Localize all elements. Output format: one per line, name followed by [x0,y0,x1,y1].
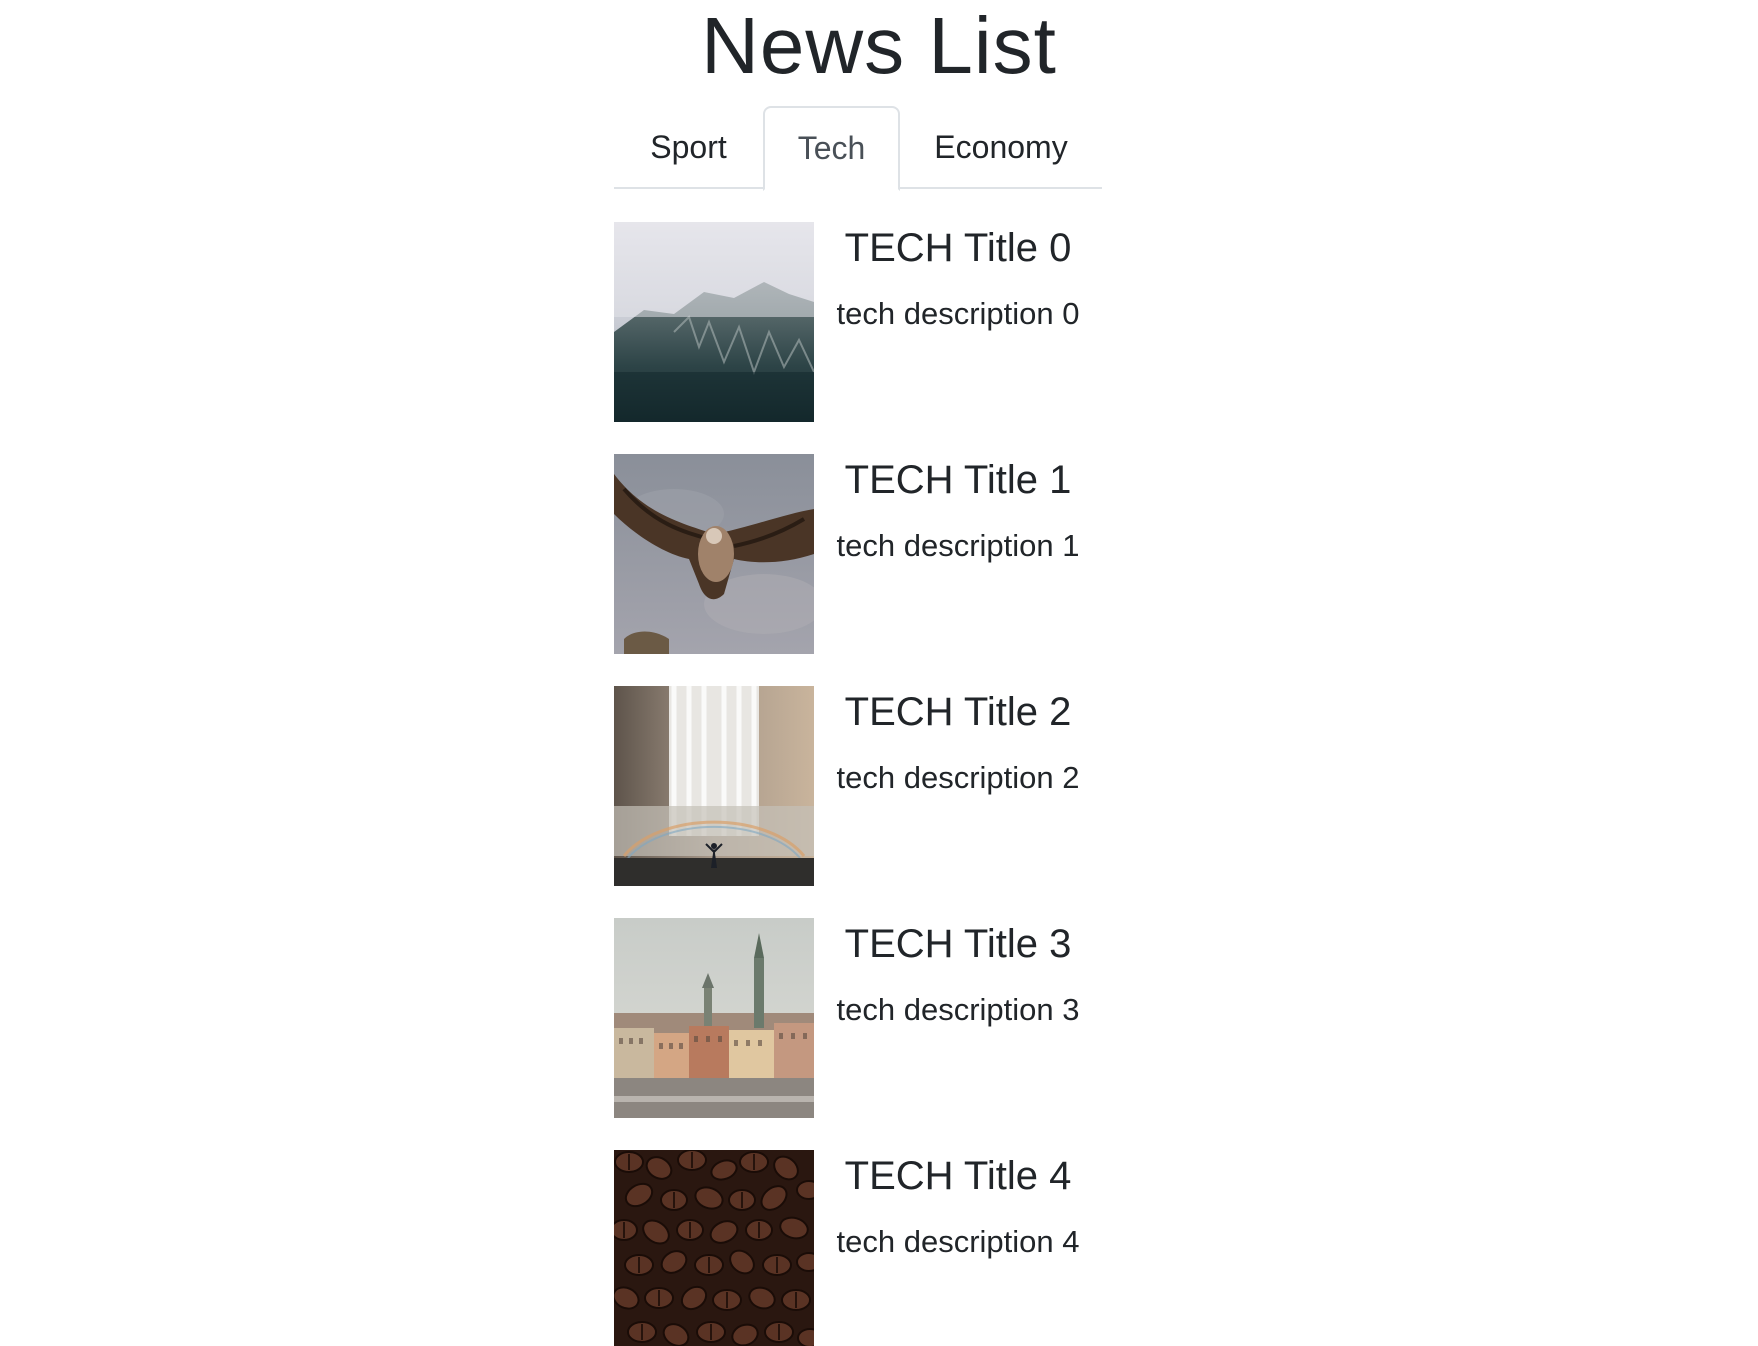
news-thumbnail-waterfall[interactable] [614,686,814,886]
tab-tech[interactable]: Tech [763,106,900,191]
news-text: TECH Title 3 tech description 3 [814,918,1102,1118]
news-title[interactable]: TECH Title 4 [814,1152,1102,1200]
news-description: tech description 1 [836,528,1080,563]
news-thumbnail-coffee[interactable] [614,1150,814,1346]
page-title: News List [701,1,1057,90]
news-text: TECH Title 2 tech description 2 [814,686,1102,886]
news-item[interactable]: TECH Title 1 tech description 1 [614,454,1102,654]
tab-economy[interactable]: Economy [900,106,1102,189]
news-title[interactable]: TECH Title 3 [814,920,1102,968]
news-list: TECH Title 0 tech description 0 TECH Tit… [614,222,1102,1346]
news-text: TECH Title 1 tech description 1 [814,454,1102,654]
news-item[interactable]: TECH Title 3 tech description 3 [614,918,1102,1118]
news-description: tech description 0 [836,296,1080,331]
category-tabs: Sport Tech Economy [614,106,1102,191]
news-item[interactable]: TECH Title 0 tech description 0 [614,222,1102,422]
news-thumbnail-city[interactable] [614,918,814,1118]
news-description: tech description 4 [836,1224,1080,1259]
news-text: TECH Title 4 tech description 4 [814,1150,1102,1346]
news-thumbnail-misty-mountain[interactable] [614,222,814,422]
news-text: TECH Title 0 tech description 0 [814,222,1102,422]
news-page: News List Sport Tech Economy TECH Title … [0,0,1758,1346]
news-description: tech description 3 [836,992,1080,1027]
news-title[interactable]: TECH Title 0 [814,224,1102,272]
news-item[interactable]: TECH Title 4 tech description 4 [614,1150,1102,1346]
news-title[interactable]: TECH Title 1 [814,456,1102,504]
news-item[interactable]: TECH Title 2 tech description 2 [614,686,1102,886]
tab-sport[interactable]: Sport [614,106,763,189]
news-title[interactable]: TECH Title 2 [814,688,1102,736]
news-description: tech description 2 [836,760,1080,795]
news-thumbnail-vulture[interactable] [614,454,814,654]
